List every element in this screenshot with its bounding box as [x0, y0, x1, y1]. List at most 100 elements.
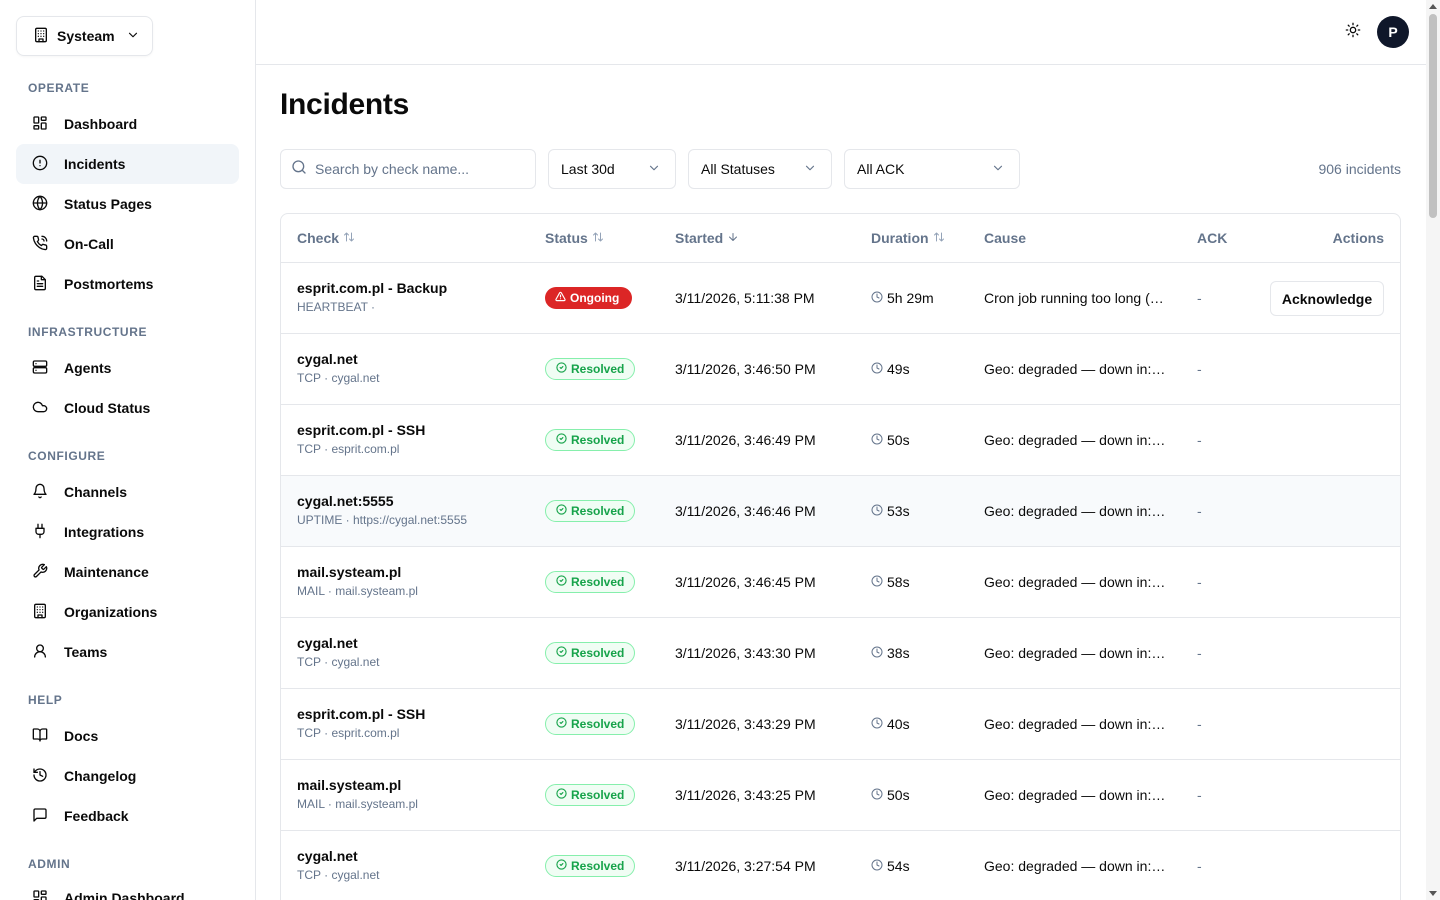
table-row[interactable]: cygal.net TCP · cygal.net Resolved 3/11/…: [281, 334, 1400, 405]
page-scrollbar[interactable]: [1426, 0, 1440, 900]
table-row[interactable]: mail.systeam.pl MAIL · mail.systeam.pl R…: [281, 760, 1400, 831]
building-icon: [33, 27, 49, 46]
file-text-icon: [32, 275, 48, 294]
chevron-down-icon: [647, 161, 661, 178]
scroll-up-arrow-icon[interactable]: [1429, 4, 1437, 9]
status-select[interactable]: All Statuses: [688, 149, 832, 189]
sidebar-item-integrations[interactable]: Integrations: [16, 512, 239, 552]
acknowledge-button[interactable]: Acknowledge: [1270, 281, 1384, 316]
ack-select-value: All ACK: [857, 161, 905, 177]
duration-value: 50s: [887, 432, 910, 448]
sidebar-item-agents[interactable]: Agents: [16, 348, 239, 388]
sidebar-item-postmortems[interactable]: Postmortems: [16, 264, 239, 304]
section-title-operate: OPERATE: [28, 81, 90, 95]
check-name[interactable]: mail.systeam.pl: [297, 777, 418, 793]
sidebar-item-status-pages[interactable]: Status Pages: [16, 184, 239, 224]
org-switcher-button[interactable]: Systeam: [16, 16, 153, 56]
cause: Geo: degraded — down in: eu-central: [984, 432, 1168, 448]
started-time: 3/11/2026, 3:43:30 PM: [675, 645, 816, 661]
phone-icon: [32, 235, 48, 254]
ack-value: -: [1197, 787, 1202, 803]
sidebar-item-docs[interactable]: Docs: [16, 716, 239, 756]
check-cell: mail.systeam.pl MAIL · mail.systeam.pl: [297, 777, 418, 811]
sidebar-item-maintenance[interactable]: Maintenance: [16, 552, 239, 592]
check-name[interactable]: cygal.net: [297, 635, 379, 651]
sidebar-item-teams[interactable]: Teams: [16, 632, 239, 672]
status-badge: Resolved: [545, 500, 635, 522]
sidebar-item-dashboard[interactable]: Dashboard: [16, 104, 239, 144]
sidebar-item-organizations[interactable]: Organizations: [16, 592, 239, 632]
search-box[interactable]: [280, 149, 536, 189]
sidebar-item-label: Admin Dashboard: [64, 890, 185, 900]
theme-toggle-button[interactable]: [1343, 22, 1363, 42]
check-name[interactable]: mail.systeam.pl: [297, 564, 418, 580]
column-header-status[interactable]: Status: [545, 230, 604, 246]
check-circle-icon: [556, 859, 567, 873]
check-name[interactable]: cygal.net: [297, 848, 379, 864]
scroll-down-arrow-icon[interactable]: [1429, 891, 1437, 896]
table-row[interactable]: esprit.com.pl - SSH TCP · esprit.com.pl …: [281, 689, 1400, 760]
check-name[interactable]: esprit.com.pl - SSH: [297, 706, 425, 722]
duration-value: 5h 29m: [887, 290, 934, 306]
sidebar-item-changelog[interactable]: Changelog: [16, 756, 239, 796]
check-type: MAIL · mail.systeam.pl: [297, 797, 418, 811]
sort-icon: [592, 230, 604, 246]
sidebar-item-feedback[interactable]: Feedback: [16, 796, 239, 836]
alert-triangle-icon: [555, 291, 566, 305]
started-time: 3/11/2026, 3:27:54 PM: [675, 858, 816, 874]
clock-icon: [871, 432, 883, 448]
column-header-ack: ACK: [1197, 230, 1227, 246]
table-row[interactable]: cygal.net TCP · cygal.net Resolved 3/11/…: [281, 831, 1400, 900]
check-type: UPTIME · https://cygal.net:5555: [297, 513, 468, 527]
column-header-actions: Actions: [1333, 230, 1384, 246]
sidebar-item-label: Incidents: [64, 156, 126, 172]
section-title-infrastructure: INFRASTRUCTURE: [28, 325, 148, 339]
table-row[interactable]: mail.systeam.pl MAIL · mail.systeam.pl R…: [281, 547, 1400, 618]
sidebar-item-incidents[interactable]: Incidents: [16, 144, 239, 184]
sidebar-item-label: Changelog: [64, 768, 137, 784]
table-row[interactable]: cygal.net:5555 UPTIME · https://cygal.ne…: [281, 476, 1400, 547]
status-label: Resolved: [571, 788, 625, 802]
clock-icon: [871, 574, 883, 590]
check-name[interactable]: esprit.com.pl - SSH: [297, 422, 425, 438]
check-cell: esprit.com.pl - SSH TCP · esprit.com.pl: [297, 706, 425, 740]
sidebar-item-label: Teams: [64, 644, 108, 660]
column-label: Started: [675, 230, 724, 246]
chevron-down-icon: [991, 161, 1005, 178]
ack-select[interactable]: All ACK: [844, 149, 1020, 189]
range-select[interactable]: Last 30d: [548, 149, 676, 189]
column-header-duration[interactable]: Duration: [871, 230, 945, 246]
check-name[interactable]: cygal.net:5555: [297, 493, 467, 509]
clock-icon: [871, 716, 883, 732]
sidebar-item-admin-dashboard[interactable]: Admin Dashboard: [16, 878, 239, 900]
server-icon: [32, 359, 48, 378]
sidebar-item-label: Docs: [64, 728, 99, 744]
search-input[interactable]: [315, 161, 515, 177]
sidebar-item-label: Maintenance: [64, 564, 149, 580]
table-row[interactable]: cygal.net TCP · cygal.net Resolved 3/11/…: [281, 618, 1400, 689]
check-name[interactable]: cygal.net: [297, 351, 379, 367]
table-row[interactable]: esprit.com.pl - SSH TCP · esprit.com.pl …: [281, 405, 1400, 476]
status-label: Resolved: [571, 362, 625, 376]
check-circle-icon: [556, 575, 567, 589]
cause: Geo: degraded — down in: eu-central: [984, 858, 1168, 874]
sidebar-item-label: Integrations: [64, 524, 145, 540]
avatar[interactable]: P: [1377, 16, 1409, 48]
clock-icon: [871, 787, 883, 803]
scrollbar-thumb[interactable]: [1429, 14, 1437, 218]
started-time: 3/11/2026, 3:43:29 PM: [675, 716, 816, 732]
check-name[interactable]: esprit.com.pl - Backup: [297, 280, 447, 296]
cause: Geo: degraded — down in: eu-central: [984, 361, 1168, 377]
started-time: 3/11/2026, 3:46:49 PM: [675, 432, 816, 448]
chevron-down-icon: [803, 161, 817, 178]
sidebar-item-cloud-status[interactable]: Cloud Status: [16, 388, 239, 428]
sidebar-item-on-call[interactable]: On-Call: [16, 224, 239, 264]
column-label: Cause: [984, 230, 1027, 246]
ack-value: -: [1197, 361, 1202, 377]
column-header-started[interactable]: Started: [675, 230, 739, 246]
table-row[interactable]: esprit.com.pl - Backup HEARTBEAT · Ongoi…: [281, 263, 1400, 334]
sidebar-item-channels[interactable]: Channels: [16, 472, 239, 512]
ack-value: -: [1197, 716, 1202, 732]
column-header-check[interactable]: Check: [297, 230, 355, 246]
status-badge: Resolved: [545, 571, 635, 593]
